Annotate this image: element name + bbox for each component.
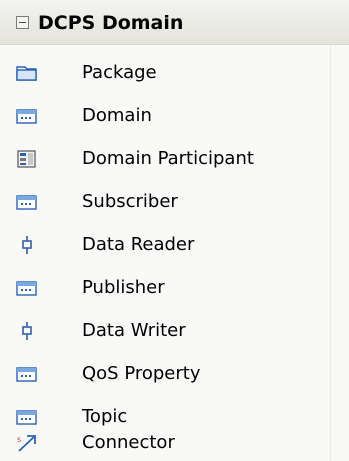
toolbox-item-publisher[interactable]: Publisher bbox=[0, 270, 349, 306]
toolbox-item-label: Connector bbox=[82, 432, 175, 453]
toolbox-item-qos-property[interactable]: QoS Property bbox=[0, 356, 349, 392]
toolbox-item-label: Subscriber bbox=[82, 191, 178, 212]
toolbox-item-connector[interactable]: s Connector bbox=[0, 425, 349, 461]
toolbox-item-label: Domain bbox=[82, 105, 152, 126]
toolbox-item-label: Package bbox=[82, 62, 157, 83]
toolbox-item-label: Domain Participant bbox=[82, 148, 254, 169]
toolbox-group-header[interactable]: DCPS Domain bbox=[0, 0, 349, 45]
toolbox-item-domain-participant[interactable]: Domain Participant bbox=[0, 141, 349, 177]
participant-icon bbox=[16, 150, 38, 168]
toolbox-item-label: Data Writer bbox=[82, 320, 186, 341]
toolbox-item-data-reader[interactable]: Data Reader bbox=[0, 227, 349, 263]
toolbox-item-subscriber[interactable]: Subscriber bbox=[0, 184, 349, 220]
toolbox-item-label: Publisher bbox=[82, 277, 165, 298]
toolbox-panel: DCPS Domain Package Domain Domain Partic… bbox=[0, 0, 349, 461]
toolbox-item-label: QoS Property bbox=[82, 363, 201, 384]
toolbox-item-domain[interactable]: Domain bbox=[0, 98, 349, 134]
svg-text:s: s bbox=[17, 435, 21, 444]
class-icon bbox=[16, 193, 38, 211]
connector-icon: s bbox=[16, 434, 38, 452]
group-title: DCPS Domain bbox=[38, 12, 184, 34]
class-icon bbox=[16, 107, 38, 125]
port-icon bbox=[16, 236, 38, 254]
class-icon bbox=[16, 408, 38, 426]
collapse-toggle-icon[interactable] bbox=[16, 16, 29, 29]
package-icon bbox=[16, 64, 38, 82]
toolbox-item-package[interactable]: Package bbox=[0, 55, 349, 91]
toolbox-item-label: Data Reader bbox=[82, 234, 195, 255]
toolbox-item-data-writer[interactable]: Data Writer bbox=[0, 313, 349, 349]
class-icon bbox=[16, 279, 38, 297]
port-icon bbox=[16, 322, 38, 340]
class-icon bbox=[16, 365, 38, 383]
